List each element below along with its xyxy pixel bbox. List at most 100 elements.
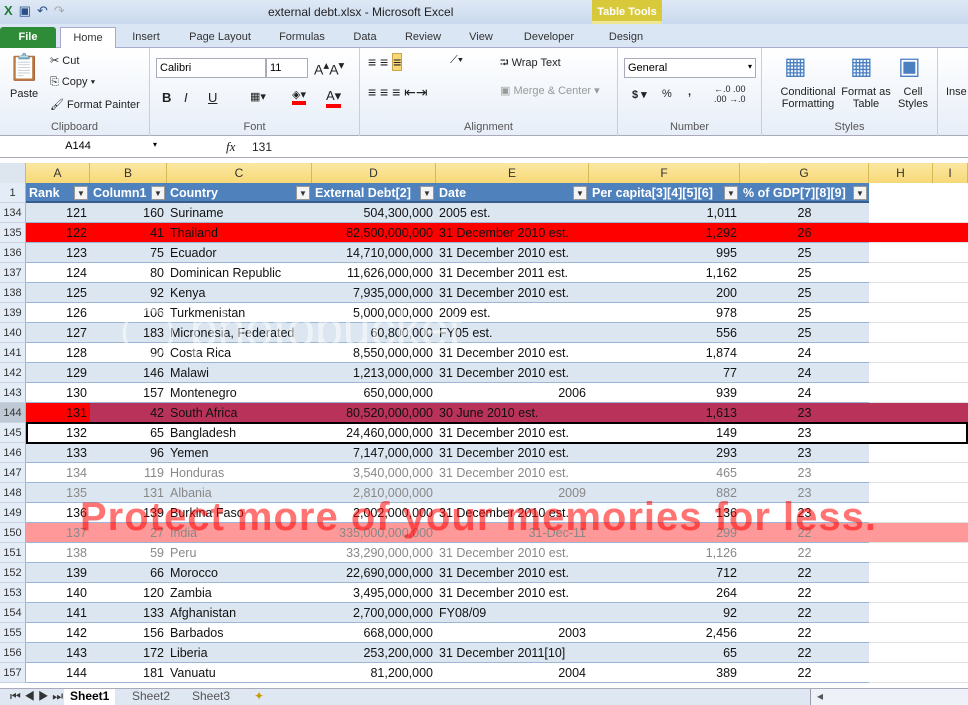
table-cell[interactable]: Zambia bbox=[167, 583, 312, 603]
table-cell[interactable]: 135 bbox=[26, 483, 90, 503]
table-cell[interactable]: 465 bbox=[589, 463, 740, 483]
table-cell[interactable]: 75 bbox=[90, 243, 167, 263]
table-cell[interactable]: Albania bbox=[167, 483, 312, 503]
save-icon[interactable]: ▣ bbox=[19, 3, 31, 19]
table-cell[interactable]: FY05 est. bbox=[436, 323, 589, 343]
tab-data[interactable]: Data bbox=[350, 27, 380, 48]
row-header[interactable]: 144 bbox=[0, 403, 26, 423]
cell-styles-icon[interactable]: ▣ bbox=[898, 52, 921, 81]
table-cell[interactable]: Liberia bbox=[167, 643, 312, 663]
table-cell[interactable]: 22,690,000,000 bbox=[312, 563, 436, 583]
row-header[interactable]: 152 bbox=[0, 563, 26, 583]
table-cell[interactable]: 22 bbox=[740, 663, 869, 683]
table-cell[interactable]: FY08/09 bbox=[436, 603, 589, 623]
table-cell[interactable]: 22 bbox=[740, 623, 869, 643]
filter-dropdown-icon[interactable]: ▼ bbox=[296, 186, 310, 200]
row-header[interactable]: 143 bbox=[0, 383, 26, 403]
table-cell[interactable]: 1,162 bbox=[589, 263, 740, 283]
table-cell[interactable]: 133 bbox=[26, 443, 90, 463]
column-filter-header[interactable]: Date ▼ bbox=[436, 183, 589, 203]
name-box[interactable]: A144 ▾ bbox=[0, 137, 160, 157]
empty-cell[interactable] bbox=[869, 603, 968, 623]
empty-cell[interactable] bbox=[869, 263, 968, 283]
table-cell[interactable]: 293 bbox=[589, 443, 740, 463]
table-cell[interactable]: 31 December 2011[10] bbox=[436, 643, 589, 663]
table-cell[interactable]: 126 bbox=[26, 303, 90, 323]
table-cell[interactable]: 131 bbox=[26, 403, 90, 423]
table-cell[interactable]: 131 bbox=[90, 483, 167, 503]
table-cell[interactable]: Kenya bbox=[167, 283, 312, 303]
tab-formulas[interactable]: Formulas bbox=[276, 27, 328, 48]
table-cell[interactable]: 119 bbox=[90, 463, 167, 483]
row-header[interactable]: 150 bbox=[0, 523, 26, 543]
table-cell[interactable]: 23 bbox=[740, 483, 869, 503]
empty-cell[interactable] bbox=[869, 563, 968, 583]
table-cell[interactable]: 31 December 2010 est. bbox=[436, 223, 589, 243]
orientation-icon[interactable]: ⟋▾ bbox=[450, 54, 463, 67]
table-cell[interactable]: 24 bbox=[740, 383, 869, 403]
column-header[interactable]: E bbox=[436, 163, 589, 183]
table-cell[interactable]: Turkmenistan bbox=[167, 303, 312, 323]
table-cell[interactable]: 33,290,000,000 bbox=[312, 543, 436, 563]
filter-dropdown-icon[interactable]: ▼ bbox=[724, 186, 738, 200]
column-header[interactable]: H bbox=[869, 163, 933, 183]
table-cell[interactable]: 137 bbox=[26, 523, 90, 543]
table-cell[interactable]: 22 bbox=[740, 563, 869, 583]
table-cell[interactable]: 24,460,000,000 bbox=[312, 423, 436, 443]
paste-button[interactable]: Paste bbox=[10, 88, 38, 100]
table-cell[interactable]: Honduras bbox=[167, 463, 312, 483]
row-header[interactable]: 148 bbox=[0, 483, 26, 503]
row-header[interactable]: 146 bbox=[0, 443, 26, 463]
table-cell[interactable]: 882 bbox=[589, 483, 740, 503]
table-cell[interactable]: 28 bbox=[740, 203, 869, 223]
table-cell[interactable]: 96 bbox=[90, 443, 167, 463]
table-cell[interactable]: 25 bbox=[740, 323, 869, 343]
table-cell[interactable]: Burkina Faso bbox=[167, 503, 312, 523]
row-header[interactable]: 145 bbox=[0, 423, 26, 443]
table-cell[interactable]: 712 bbox=[589, 563, 740, 583]
table-cell[interactable]: 80 bbox=[90, 263, 167, 283]
empty-cell[interactable] bbox=[869, 643, 968, 663]
table-cell[interactable]: 7,147,000,000 bbox=[312, 443, 436, 463]
table-cell[interactable]: 120 bbox=[90, 583, 167, 603]
table-cell[interactable]: 5,000,000,000 bbox=[312, 303, 436, 323]
table-cell[interactable]: 60,800,000 bbox=[312, 323, 436, 343]
filter-dropdown-icon[interactable]: ▼ bbox=[420, 186, 434, 200]
row-header[interactable]: 142 bbox=[0, 363, 26, 383]
row-header[interactable]: 135 bbox=[0, 223, 26, 243]
column-header[interactable]: D bbox=[312, 163, 436, 183]
table-cell[interactable]: 2006 bbox=[436, 383, 589, 403]
table-cell[interactable]: 133 bbox=[90, 603, 167, 623]
table-cell[interactable]: 939 bbox=[589, 383, 740, 403]
table-cell[interactable]: 1,011 bbox=[589, 203, 740, 223]
table-cell[interactable]: 138 bbox=[26, 543, 90, 563]
table-cell[interactable]: Barbados bbox=[167, 623, 312, 643]
table-cell[interactable]: 25 bbox=[740, 263, 869, 283]
row-header[interactable]: 138 bbox=[0, 283, 26, 303]
table-cell[interactable]: 24 bbox=[740, 363, 869, 383]
table-cell[interactable]: 22 bbox=[740, 523, 869, 543]
empty-cell[interactable] bbox=[869, 503, 968, 523]
table-cell[interactable]: 31 December 2011 est. bbox=[436, 263, 589, 283]
table-cell[interactable]: Vanuatu bbox=[167, 663, 312, 683]
column-header[interactable]: C bbox=[167, 163, 312, 183]
table-cell[interactable]: 31 December 2010 est. bbox=[436, 463, 589, 483]
column-filter-header[interactable]: External Debt[2] ▼ bbox=[312, 183, 436, 203]
wrap-text-button[interactable]: ⮒ Wrap Text bbox=[500, 54, 561, 73]
comma-button[interactable]: , bbox=[688, 86, 691, 98]
table-cell[interactable]: 149 bbox=[589, 423, 740, 443]
tab-home[interactable]: Home bbox=[60, 27, 116, 48]
empty-cell[interactable] bbox=[869, 343, 968, 363]
table-cell[interactable]: 41 bbox=[90, 223, 167, 243]
table-cell[interactable]: 2009 est. bbox=[436, 303, 589, 323]
formula-input[interactable]: 131 bbox=[252, 140, 272, 154]
table-cell[interactable]: 157 bbox=[90, 383, 167, 403]
empty-cell[interactable] bbox=[869, 203, 968, 223]
sheet-tab-2[interactable]: Sheet2 bbox=[126, 689, 176, 705]
insert-cells-button[interactable]: Inse bbox=[946, 86, 967, 98]
merge-center-button[interactable]: ▣ Merge & Center ▾ bbox=[500, 84, 600, 97]
filter-dropdown-icon[interactable]: ▼ bbox=[151, 186, 165, 200]
table-cell[interactable]: 31 December 2010 est. bbox=[436, 563, 589, 583]
table-cell[interactable]: 80,520,000,000 bbox=[312, 403, 436, 423]
row-header[interactable]: 137 bbox=[0, 263, 26, 283]
